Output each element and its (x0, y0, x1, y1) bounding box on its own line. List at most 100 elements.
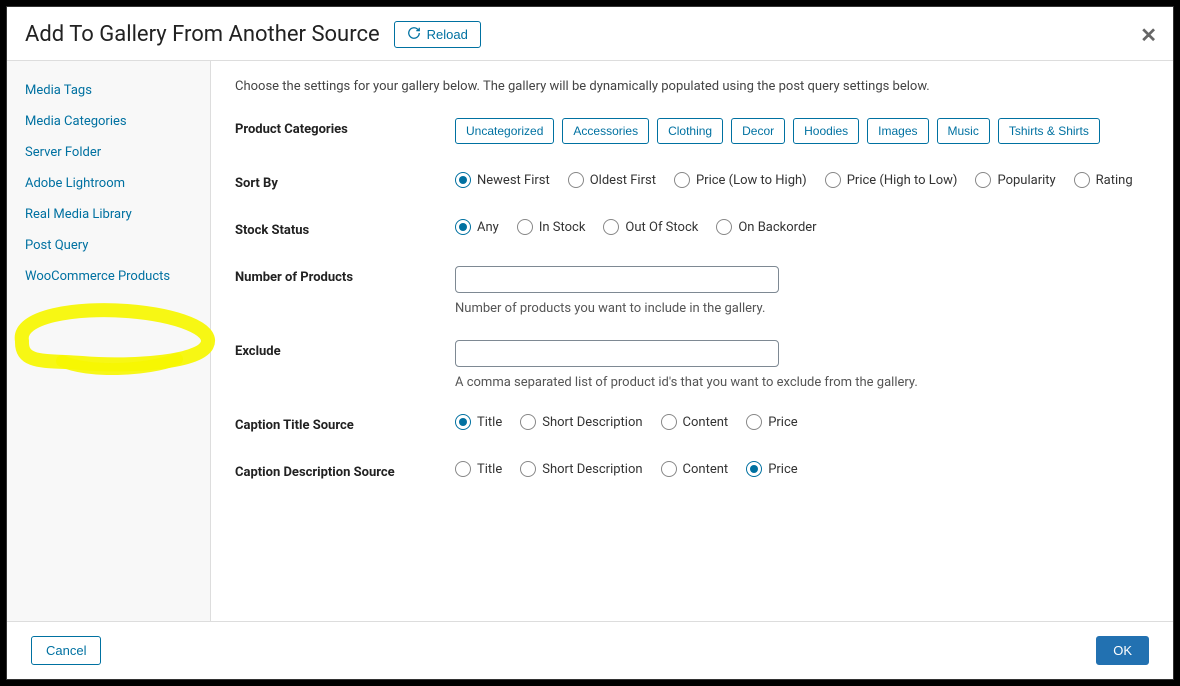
row-caption-title-source: Caption Title Source Title Short Descript… (235, 414, 1149, 433)
row-product-categories: Product Categories UncategorizedAccessor… (235, 118, 1149, 144)
radio-label: Title (477, 415, 502, 430)
modal-header: Add To Gallery From Another Source Reloa… (7, 7, 1173, 61)
stock-status-option-in-stock[interactable]: In Stock (517, 219, 586, 235)
close-icon[interactable]: ✕ (1140, 23, 1157, 47)
radio-label: Rating (1096, 173, 1133, 188)
radio-icon[interactable] (661, 414, 677, 430)
intro-text: Choose the settings for your gallery bel… (235, 79, 1149, 94)
sidebar-item-real-media-library[interactable]: Real Media Library (7, 199, 210, 230)
category-button-clothing[interactable]: Clothing (657, 118, 723, 144)
stock-status-option-on-backorder[interactable]: On Backorder (716, 219, 816, 235)
radio-icon[interactable] (746, 461, 762, 477)
radio-icon[interactable] (568, 172, 584, 188)
product-category-buttons: Uncategorized Accessories Clothing Decor Hoo… (455, 118, 1149, 144)
sort-by-option-oldest-first[interactable]: Oldest First (568, 172, 656, 188)
reload-label: Reload (427, 27, 468, 42)
modal-footer: Cancel OK (7, 621, 1173, 679)
sort-by-group: Newest First Oldest First Price (Low to Hi… (455, 172, 1149, 188)
caption-title-group: Title Short Description Content Price (455, 414, 1149, 430)
radio-icon[interactable] (716, 219, 732, 235)
label-caption-desc-source: Caption Description Source (235, 461, 455, 480)
radio-icon[interactable] (661, 461, 677, 477)
radio-label: Content (683, 462, 729, 477)
radio-icon[interactable] (674, 172, 690, 188)
caption-desc-option-content[interactable]: Content (661, 461, 729, 477)
category-button-hoodies[interactable]: Hoodies (793, 118, 859, 144)
sidebar-item-adobe-lightroom[interactable]: Adobe Lightroom (7, 168, 210, 199)
radio-icon[interactable] (455, 172, 471, 188)
reload-icon (407, 26, 421, 43)
radio-label: Popularity (997, 173, 1055, 188)
radio-icon[interactable] (603, 219, 619, 235)
modal-body: Media Tags Media Categories Server Folde… (7, 61, 1173, 621)
category-button-music[interactable]: Music (937, 118, 990, 144)
radio-icon[interactable] (825, 172, 841, 188)
sidebar-item-media-categories[interactable]: Media Categories (7, 106, 210, 137)
radio-label: On Backorder (738, 220, 816, 235)
cancel-button[interactable]: Cancel (31, 636, 101, 665)
stock-status-group: Any In Stock Out Of Stock On Backorder (455, 219, 1149, 235)
sort-by-option-rating[interactable]: Rating (1074, 172, 1133, 188)
reload-button[interactable]: Reload (394, 21, 481, 48)
radio-icon[interactable] (520, 414, 536, 430)
radio-label: Out Of Stock (625, 220, 698, 235)
sidebar-item-server-folder[interactable]: Server Folder (7, 137, 210, 168)
modal-title: Add To Gallery From Another Source (25, 22, 380, 47)
sidebar-item-woocommerce-products[interactable]: WooCommerce Products (7, 261, 210, 292)
radio-label: Title (477, 462, 502, 477)
radio-label: Price (768, 415, 797, 430)
category-button-tshirts-shirts[interactable]: Tshirts & Shirts (998, 118, 1100, 144)
radio-icon[interactable] (975, 172, 991, 188)
caption-desc-option-short-description[interactable]: Short Description (520, 461, 642, 477)
row-caption-desc-source: Caption Description Source Title Short De… (235, 461, 1149, 480)
annotation-highlight (7, 301, 217, 375)
radio-icon[interactable] (455, 219, 471, 235)
stock-status-option-any[interactable]: Any (455, 219, 499, 235)
radio-label: Content (683, 415, 729, 430)
radio-icon[interactable] (746, 414, 762, 430)
sort-by-option-newest-first[interactable]: Newest First (455, 172, 550, 188)
radio-icon[interactable] (455, 461, 471, 477)
row-stock-status: Stock Status AnyIn StockOut Of StockOn B… (235, 219, 1149, 238)
sort-by-option-price-high-to-low-[interactable]: Price (High to Low) (825, 172, 958, 188)
caption-title-option-short-description[interactable]: Short Description (520, 414, 642, 430)
caption-desc-option-price[interactable]: Price (746, 461, 797, 477)
caption-desc-group: Title Short Description Content Price (455, 461, 1149, 477)
label-caption-title-source: Caption Title Source (235, 414, 455, 433)
radio-label: Price (High to Low) (847, 173, 958, 188)
row-sort-by: Sort By Newest FirstOldest FirstPrice (L… (235, 172, 1149, 191)
sort-by-option-popularity[interactable]: Popularity (975, 172, 1055, 188)
radio-icon[interactable] (520, 461, 536, 477)
category-button-images[interactable]: Images (867, 118, 928, 144)
caption-title-option-price[interactable]: Price (746, 414, 797, 430)
sidebar: Media Tags Media Categories Server Folde… (7, 61, 211, 621)
number-of-products-input[interactable] (455, 266, 779, 293)
modal: Add To Gallery From Another Source Reloa… (6, 6, 1174, 680)
caption-title-option-title[interactable]: Title (455, 414, 502, 430)
row-exclude: Exclude A comma separated list of produc… (235, 340, 1149, 390)
radio-icon[interactable] (1074, 172, 1090, 188)
help-number-of-products: Number of products you want to include i… (455, 301, 1149, 316)
radio-icon[interactable] (517, 219, 533, 235)
category-button-accessories[interactable]: Accessories (562, 118, 649, 144)
sidebar-item-post-query[interactable]: Post Query (7, 230, 210, 261)
radio-label: Any (477, 220, 499, 235)
radio-icon[interactable] (455, 414, 471, 430)
stock-status-option-out-of-stock[interactable]: Out Of Stock (603, 219, 698, 235)
category-button-uncategorized[interactable]: Uncategorized (455, 118, 554, 144)
row-number-of-products: Number of Products Number of products yo… (235, 266, 1149, 316)
radio-label: Newest First (477, 173, 550, 188)
category-button-decor[interactable]: Decor (731, 118, 785, 144)
sort-by-option-price-low-to-high-[interactable]: Price (Low to High) (674, 172, 807, 188)
radio-label: Price (Low to High) (696, 173, 807, 188)
content: Choose the settings for your gallery bel… (211, 61, 1173, 621)
caption-desc-option-title[interactable]: Title (455, 461, 502, 477)
ok-button[interactable]: OK (1096, 636, 1149, 665)
sidebar-item-media-tags[interactable]: Media Tags (7, 75, 210, 106)
radio-label: In Stock (539, 220, 586, 235)
exclude-input[interactable] (455, 340, 779, 367)
help-exclude: A comma separated list of product id's t… (455, 375, 1149, 390)
radio-label: Price (768, 462, 797, 477)
caption-title-option-content[interactable]: Content (661, 414, 729, 430)
label-exclude: Exclude (235, 340, 455, 359)
